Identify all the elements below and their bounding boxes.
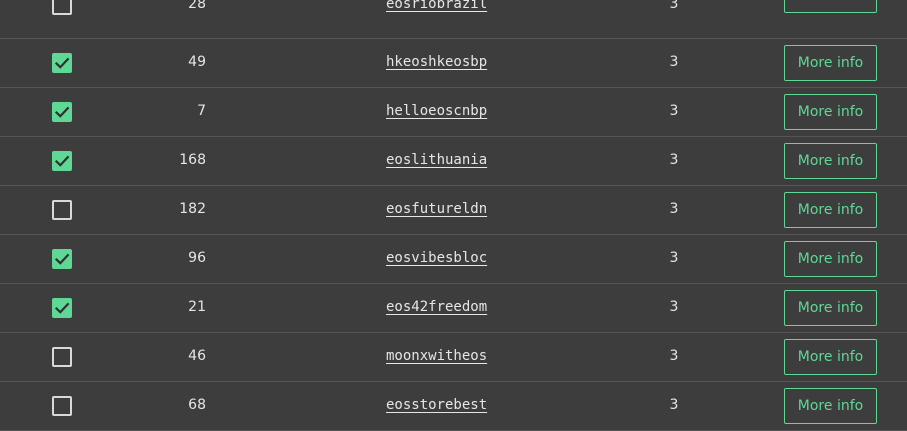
row-checkbox[interactable] (52, 53, 72, 73)
more-info-button[interactable]: More info (784, 388, 877, 424)
rank-cell: 49 (188, 54, 206, 70)
row-checkbox[interactable] (52, 347, 72, 367)
table-row: 7 helloeoscnbp 3 More info (0, 88, 907, 137)
table-row: 21 eos42freedom 3 More info (0, 284, 907, 333)
rank-cell: 46 (188, 348, 206, 364)
table-row: 96 eosvibesbloc 3 More info (0, 235, 907, 284)
checkmark-icon (54, 155, 70, 167)
more-info-button[interactable]: More info (784, 143, 877, 179)
table-row: 168 eoslithuania 3 More info (0, 137, 907, 186)
count-cell: 3 (669, 397, 679, 413)
more-info-button[interactable]: More info (784, 241, 877, 277)
more-info-button[interactable]: More info (784, 290, 877, 326)
checkmark-icon (54, 57, 70, 69)
table-row: 182 eosfutureldn 3 More info (0, 186, 907, 235)
table-row: 49 hkeoshkeosbp 3 More info (0, 39, 907, 88)
producer-name-link[interactable]: eosriobrazil (386, 0, 487, 12)
count-cell: 3 (669, 0, 679, 12)
producer-name-link[interactable]: hkeoshkeosbp (386, 54, 487, 70)
more-info-button[interactable]: More info (784, 339, 877, 375)
row-checkbox[interactable] (52, 151, 72, 171)
more-info-button[interactable]: More info (784, 0, 877, 13)
rank-cell: 21 (188, 299, 206, 315)
rank-cell: 68 (188, 397, 206, 413)
producer-name-link[interactable]: eos42freedom (386, 299, 487, 315)
row-checkbox[interactable] (52, 396, 72, 416)
row-checkbox[interactable] (52, 102, 72, 122)
more-info-button[interactable]: More info (784, 45, 877, 81)
count-cell: 3 (669, 299, 679, 315)
rank-cell: 182 (179, 201, 206, 217)
count-cell: 3 (669, 54, 679, 70)
rank-cell: 28 (188, 0, 206, 12)
producer-name-link[interactable]: eoslithuania (386, 152, 487, 168)
count-cell: 3 (669, 250, 679, 266)
table-row: 68 eosstorebest 3 More info (0, 382, 907, 431)
checkmark-icon (54, 106, 70, 118)
rank-cell: 168 (179, 152, 206, 168)
count-cell: 3 (669, 201, 679, 217)
row-checkbox[interactable] (52, 200, 72, 220)
producer-name-link[interactable]: moonxwitheos (386, 348, 487, 364)
producer-name-link[interactable]: eosfutureldn (386, 201, 487, 217)
checkmark-icon (54, 302, 70, 314)
row-checkbox[interactable] (52, 249, 72, 269)
count-cell: 3 (669, 103, 679, 119)
row-checkbox[interactable] (52, 0, 72, 15)
rank-cell: 96 (188, 250, 206, 266)
more-info-button[interactable]: More info (784, 192, 877, 228)
checkmark-icon (54, 253, 70, 265)
more-info-button[interactable]: More info (784, 94, 877, 130)
table-row: 28 eosriobrazil 3 More info (0, 0, 907, 39)
producer-name-link[interactable]: eosvibesbloc (386, 250, 487, 266)
producer-name-link[interactable]: helloeoscnbp (386, 103, 487, 119)
producer-table: 28 eosriobrazil 3 More info 49 hkeoshkeo… (0, 0, 907, 431)
rank-cell: 7 (197, 103, 206, 119)
count-cell: 3 (669, 348, 679, 364)
count-cell: 3 (669, 152, 679, 168)
row-checkbox[interactable] (52, 298, 72, 318)
table-row: 46 moonxwitheos 3 More info (0, 333, 907, 382)
producer-name-link[interactable]: eosstorebest (386, 397, 487, 413)
